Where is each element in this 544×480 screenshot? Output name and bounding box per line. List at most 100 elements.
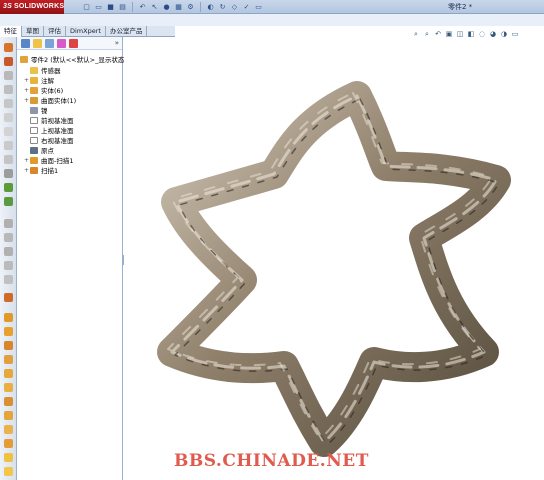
material-icon — [30, 106, 38, 114]
rebuild-icon[interactable]: ● — [162, 2, 171, 11]
surface-loft-icon[interactable] — [4, 355, 13, 364]
tab-office-products[interactable]: 办公室产品 — [106, 26, 148, 37]
offset-surface-icon[interactable] — [4, 397, 13, 406]
solidworks-logo[interactable]: 3S SOLIDWORKS — [0, 0, 64, 14]
revolve-boss-icon[interactable] — [4, 57, 13, 66]
knit-surface-icon[interactable] — [4, 425, 13, 434]
watermark-text: BBS.CHINADE.NET — [174, 451, 369, 471]
surface-sweep-feature-icon — [30, 156, 38, 164]
surface-sweep-icon[interactable] — [4, 341, 13, 350]
sweep-feature-icon — [30, 166, 38, 174]
left-command-strip — [0, 37, 17, 480]
tree-item-origin[interactable]: 原点 — [24, 145, 54, 155]
fillet-icon[interactable] — [4, 155, 13, 164]
graphics-area[interactable] — [124, 40, 544, 480]
cut-revolve-icon[interactable] — [4, 127, 13, 136]
zoom-fit-icon[interactable]: ⌕ — [412, 30, 420, 38]
rotate-icon[interactable]: ↻ — [218, 2, 227, 11]
plane-icon — [30, 126, 38, 134]
select-icon[interactable]: ↖ — [150, 2, 159, 11]
pattern-icon[interactable] — [4, 169, 13, 178]
view-settings-icon[interactable]: ▭ — [511, 30, 519, 38]
tree-item-label: 曲面-扫描1 — [41, 157, 74, 165]
rib-icon[interactable] — [4, 183, 13, 192]
tree-item-solid-bodies[interactable]: + 实体(6) — [24, 85, 63, 95]
more-panels-chevron-icon[interactable]: » — [115, 39, 119, 47]
twisted-rope-star-model[interactable] — [124, 40, 544, 480]
loft-icon[interactable] — [4, 85, 13, 94]
mirror-icon[interactable] — [4, 261, 13, 270]
tree-item-material[interactable]: 镍 — [24, 105, 48, 115]
options-icon[interactable]: ⚙ — [186, 2, 195, 11]
intersect-icon[interactable] — [4, 247, 13, 256]
cut-sweep-icon[interactable] — [4, 141, 13, 150]
tree-item-top-plane[interactable]: 上视基准面 — [24, 125, 74, 135]
ruled-surface-icon[interactable] — [4, 411, 13, 420]
tree-item-sensors[interactable]: 传感器 — [24, 65, 61, 75]
dimxpert-manager-icon[interactable] — [57, 38, 66, 48]
boundary-icon[interactable] — [4, 99, 13, 108]
tab-dimxpert[interactable]: DimXpert — [66, 26, 106, 37]
origin-icon — [30, 146, 38, 154]
tree-root-label: 零件2 (默认<<默认>_显示状态 — [31, 56, 125, 64]
edit-appearance-icon[interactable]: ◕ — [489, 30, 497, 38]
surface-extrude-icon[interactable] — [4, 313, 13, 322]
logo-text: SOLIDWORKS — [13, 3, 65, 10]
help-icon[interactable]: ✓ — [242, 2, 251, 11]
new-file-icon[interactable]: ▢ — [82, 2, 91, 11]
display-manager-icon[interactable] — [69, 38, 78, 48]
tree-item-label: 镍 — [41, 107, 48, 115]
delete-face-icon[interactable] — [4, 467, 13, 476]
curves-icon[interactable] — [4, 293, 13, 302]
tab-evaluate[interactable]: 评估 — [44, 26, 66, 37]
extrude-boss-icon[interactable] — [4, 43, 13, 52]
boundary-surface-icon[interactable] — [4, 369, 13, 378]
tree-item-front-plane[interactable]: 前视基准面 — [24, 115, 74, 125]
tree-item-sweep[interactable]: + 扫描1 — [24, 165, 58, 175]
view-orientation-icon[interactable]: ◫ — [456, 30, 464, 38]
tree-item-surface-sweep[interactable]: + 曲面-扫描1 — [24, 155, 73, 165]
tree-item-right-plane[interactable]: 右视基准面 — [24, 135, 74, 145]
window-icon[interactable]: ▭ — [254, 2, 263, 11]
quick-access-toolbar: ▢ ▭ ■ ▤ ↶ ↖ ● ▦ ⚙ ◐ ↻ ◇ ✓ ▭ — [82, 1, 263, 12]
filled-surface-icon[interactable] — [4, 383, 13, 392]
save-icon[interactable]: ■ — [106, 2, 115, 11]
tab-features[interactable]: 特征 — [0, 26, 22, 37]
feature-manager-icon[interactable] — [21, 38, 30, 48]
document-title: 零件2 * — [448, 3, 473, 11]
view-toolbar: ⌕ ⌕ ↶ ▣ ◫ ◧ ◌ ◕ ◑ ▭ — [412, 28, 519, 40]
appearance-icon[interactable]: ◐ — [206, 2, 215, 11]
shell-icon[interactable] — [4, 219, 13, 228]
reference-geometry-icon[interactable] — [4, 275, 13, 284]
display-style-icon[interactable]: ◧ — [467, 30, 475, 38]
display-style-icon[interactable]: ◇ — [230, 2, 239, 11]
tree-root-part[interactable]: 零件2 (默认<<默认>_显示状态 — [20, 54, 124, 64]
section-view-icon[interactable]: ▣ — [445, 30, 453, 38]
tab-sketch[interactable]: 草图 — [22, 26, 44, 37]
trim-surface-icon[interactable] — [4, 439, 13, 448]
open-file-icon[interactable]: ▭ — [94, 2, 103, 11]
file-properties-icon[interactable]: ▦ — [174, 2, 183, 11]
print-icon[interactable]: ▤ — [118, 2, 127, 11]
sweep-icon[interactable] — [4, 71, 13, 80]
scene-icon[interactable]: ◑ — [500, 30, 508, 38]
cut-extrude-icon[interactable] — [4, 113, 13, 122]
tree-item-surface-bodies[interactable]: + 曲面实体(1) — [24, 95, 76, 105]
sensor-icon — [30, 66, 38, 74]
zoom-area-icon[interactable]: ⌕ — [423, 30, 431, 38]
hide-show-icon[interactable]: ◌ — [478, 30, 486, 38]
draft-icon[interactable] — [4, 197, 13, 206]
toolbar-divider — [132, 1, 133, 12]
tree-toolbar: » — [17, 37, 122, 50]
undo-icon[interactable]: ↶ — [138, 2, 147, 11]
surface-revolve-icon[interactable] — [4, 327, 13, 336]
part-icon — [20, 55, 28, 63]
property-manager-icon[interactable] — [33, 38, 42, 48]
wrap-icon[interactable] — [4, 233, 13, 242]
feature-manager-tabs: 特征 草图 评估 DimXpert 办公室产品 — [0, 26, 175, 37]
previous-view-icon[interactable]: ↶ — [434, 30, 442, 38]
tree-item-annotations[interactable]: + 注解 — [24, 75, 54, 85]
command-manager — [0, 14, 544, 26]
thicken-icon[interactable] — [4, 453, 13, 462]
configuration-manager-icon[interactable] — [45, 38, 54, 48]
